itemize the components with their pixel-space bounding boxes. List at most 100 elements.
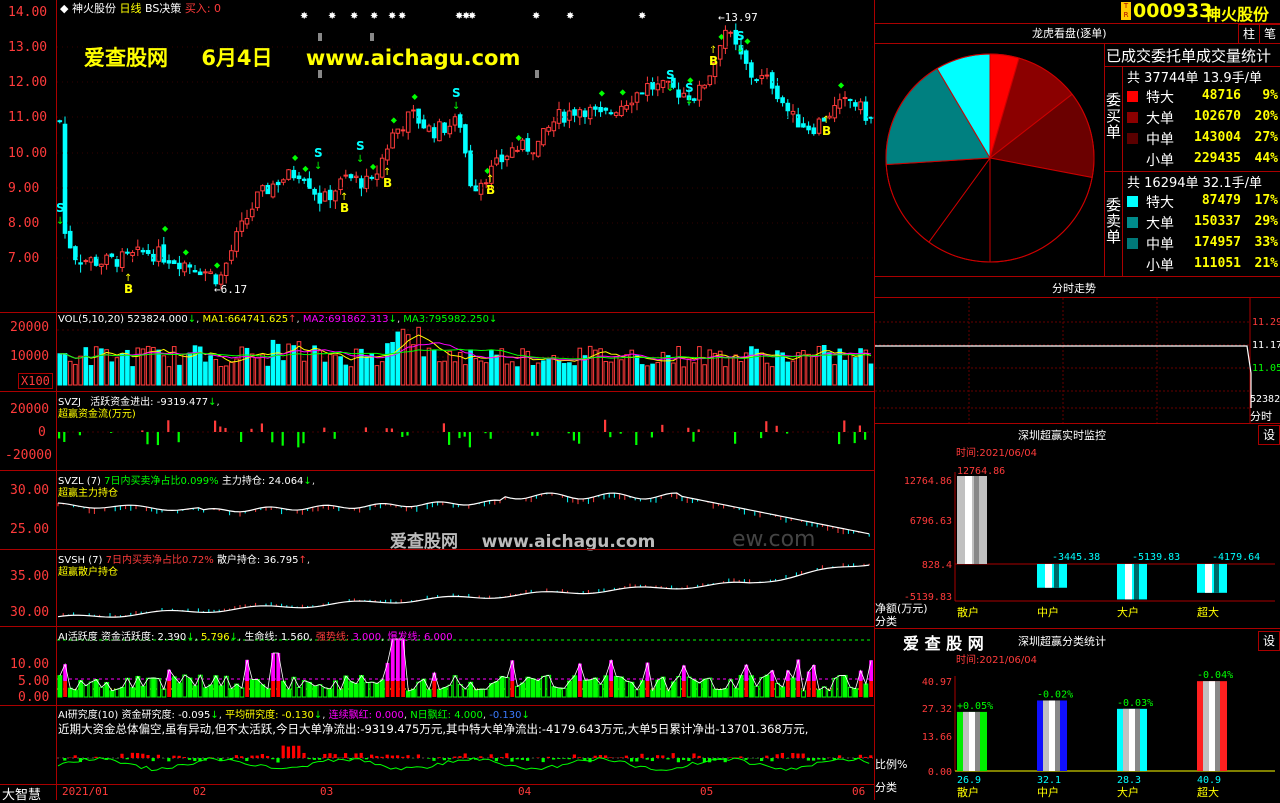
monitor-settings-button[interactable]: 设 xyxy=(1258,425,1280,445)
row-percent: 44% xyxy=(1255,151,1278,166)
research-bar xyxy=(573,755,576,758)
vol-bar xyxy=(630,350,634,385)
flow-bar xyxy=(859,426,861,432)
vol-bar xyxy=(438,362,442,385)
research-bar xyxy=(297,746,300,758)
active-bar xyxy=(380,680,384,697)
candle-body xyxy=(677,90,681,97)
research-bar xyxy=(250,756,253,758)
divider xyxy=(56,0,57,800)
active-bar-mid xyxy=(646,681,650,697)
active-bar xyxy=(703,679,707,697)
candle-body xyxy=(479,183,483,194)
vol-bar xyxy=(261,354,265,385)
vol-bar xyxy=(739,362,743,385)
svzl-panel[interactable]: SVZL (7) 7日内买卖净占比0.099% 主力持仓: 24.064↓, 超… xyxy=(0,471,874,549)
research-bar xyxy=(354,753,357,758)
vol-bar xyxy=(334,355,338,385)
active-bar xyxy=(354,684,358,697)
main-chart-panel[interactable]: ◆◆◆◆◆◆◆◆◆◆◆◆◆◆◆◆✸✸✸✸✸✸✸✸✸✸✸✸S↓B↑S↓S↓B↑B↑… xyxy=(0,0,874,312)
low-price-label: ←6.17 xyxy=(214,283,247,296)
fenshi-chart[interactable] xyxy=(875,298,1280,423)
research-bar xyxy=(692,753,695,758)
ai-active-title: AI活跃度 xyxy=(58,632,98,643)
research-bar xyxy=(464,753,467,758)
svsh-panel[interactable]: SVSH (7) 7日内买卖净占比0.72% 散户持仓: 36.795↑, 超赢… xyxy=(0,550,874,626)
vol-bar xyxy=(422,357,426,385)
active-bar xyxy=(406,691,410,697)
y-label: 13.00 xyxy=(8,40,47,55)
watermark-site: 爱查股网 xyxy=(84,46,168,70)
research-bar xyxy=(781,753,784,758)
flow-bar xyxy=(146,432,148,444)
ai-research-red-val: 0.000 xyxy=(375,710,404,721)
monitor-bar-chart[interactable]: 12764.866796.63828.4-5139.8312764.86散户-3… xyxy=(875,443,1280,628)
research-bar xyxy=(765,756,768,758)
candle-body xyxy=(656,84,660,90)
classify-settings-button[interactable]: 设 xyxy=(1258,631,1280,651)
candle-body xyxy=(796,115,800,127)
research-bar xyxy=(822,758,825,760)
bar-shade xyxy=(1054,564,1059,588)
candle-body xyxy=(120,252,124,268)
candle-body xyxy=(750,63,754,77)
research-bar xyxy=(583,758,586,760)
flow-bar xyxy=(386,428,388,432)
candle-body xyxy=(417,109,421,123)
vol-bar xyxy=(162,356,166,385)
longhu-pie-chart[interactable] xyxy=(876,45,1106,275)
research-bar xyxy=(562,758,565,759)
flow-bar xyxy=(609,432,611,437)
active-bar-mid xyxy=(744,681,748,697)
bar-mode-button[interactable]: 柱 xyxy=(1238,24,1260,44)
buy-row: 特大487169% xyxy=(1125,86,1280,106)
classify-bar-chart[interactable]: 40.9727.3213.660.00+0.05%26.9散户-0.02%32.… xyxy=(875,650,1280,800)
star-marker: ✸ xyxy=(468,11,476,22)
color-swatch xyxy=(1127,154,1138,165)
candle-body xyxy=(604,108,608,110)
vol-panel[interactable]: VOL(5,10,20) 523824.000↓, MA1:664741.625… xyxy=(0,313,874,391)
active-bar xyxy=(256,680,260,697)
candle-body xyxy=(500,155,504,162)
flow-bar xyxy=(765,421,767,432)
active-bar xyxy=(318,685,322,697)
candle-body xyxy=(115,260,119,267)
research-bar xyxy=(240,756,243,758)
candle-body xyxy=(573,110,577,115)
header-buy-label: 买入 xyxy=(185,2,207,15)
candle-body xyxy=(703,85,707,88)
vol-bar xyxy=(786,362,790,385)
tick-mode-button[interactable]: 笔 xyxy=(1259,24,1280,44)
vol-bar xyxy=(698,347,702,385)
active-bar xyxy=(776,683,780,697)
header-period[interactable]: 日线 xyxy=(119,2,141,15)
research-bar xyxy=(516,758,519,759)
svzj-panel[interactable]: SVZJ 活跃资金进出: -9319.477↓, 超赢资金流(万元) 20000… xyxy=(0,392,874,470)
flow-bar xyxy=(79,432,81,435)
tr-badge[interactable]: T R xyxy=(1121,2,1131,20)
candle-body xyxy=(817,119,821,133)
vol-ma3-label: MA3: xyxy=(403,314,428,325)
candle-body xyxy=(864,102,868,120)
active-bar xyxy=(516,686,520,697)
active-bar xyxy=(651,690,655,697)
active-bar-mid xyxy=(510,681,514,697)
active-bar-high xyxy=(245,660,249,681)
marker-dot: ◆ xyxy=(838,80,845,89)
flow-bar xyxy=(214,421,216,432)
brand-label: 大智慧 xyxy=(2,784,41,803)
y-tick: 13.66 xyxy=(922,732,952,743)
candle-body xyxy=(412,110,416,111)
active-bar xyxy=(183,675,187,697)
research-bar xyxy=(235,755,238,758)
svzj-y-label: 20000 xyxy=(10,402,49,417)
research-bar xyxy=(193,758,196,761)
research-bar xyxy=(646,758,649,760)
vol-bar xyxy=(380,362,384,385)
research-bar xyxy=(557,758,560,759)
ai-active-panel[interactable]: AI活跃度 资金活跃度: 2.390↓, 5.796↓, 生命线: 1.560,… xyxy=(0,627,874,705)
color-swatch xyxy=(1127,217,1138,228)
ai-research-panel[interactable]: AI研究度(10) 资金研究度: -0.095↓, 平均研究度: -0.130↓… xyxy=(0,706,874,784)
flow-bar xyxy=(854,432,856,443)
row-volume: 102670 xyxy=(1191,109,1241,124)
